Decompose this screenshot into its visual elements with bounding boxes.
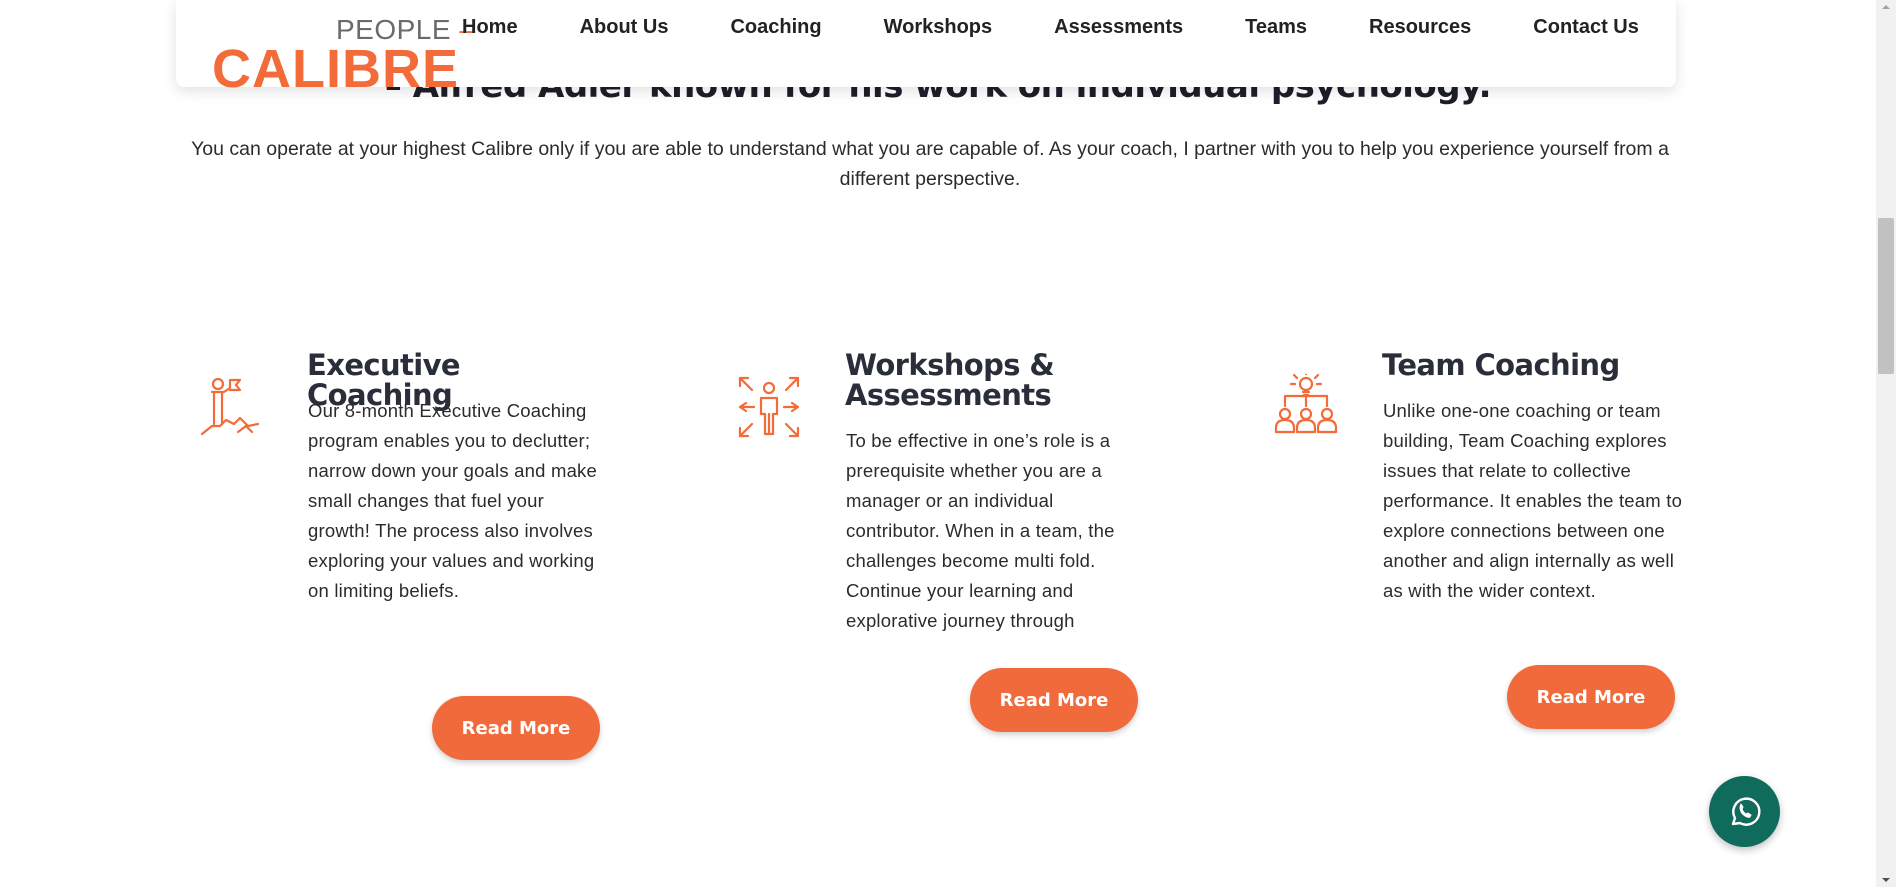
nav-assessments[interactable]: Assessments [1054, 14, 1183, 40]
card-description: Unlike one-one coaching or team building… [1383, 400, 1683, 601]
card-title: Workshops & Assessments [845, 348, 1055, 412]
read-more-button[interactable]: Read More [432, 696, 600, 760]
read-more-button[interactable]: Read More [1507, 665, 1675, 729]
scroll-down-arrow-icon[interactable] [1876, 873, 1896, 887]
logo-wordmark: CALIBRE [212, 39, 459, 99]
nav-contact-us[interactable]: Contact Us [1533, 14, 1639, 40]
scrollbar-thumb[interactable] [1878, 218, 1894, 374]
card-description: Our 8-month Executive Coaching program e… [308, 400, 597, 601]
site-header: PEOPLE – CALIBRE Home About Us Coaching … [176, 0, 1676, 99]
nav-workshops[interactable]: Workshops [884, 14, 993, 40]
whatsapp-chat-button[interactable] [1709, 776, 1780, 847]
whatsapp-icon [1731, 796, 1761, 826]
person-arrows-icon [736, 374, 802, 440]
nav-teams[interactable]: Teams [1245, 14, 1307, 40]
read-more-button[interactable]: Read More [970, 668, 1138, 732]
nav-coaching[interactable]: Coaching [730, 14, 821, 40]
team-idea-icon [1273, 372, 1339, 440]
intro-paragraph: You can operate at your highest Calibre … [191, 138, 1669, 190]
main-nav: Home About Us Coaching Workshops Assessm… [462, 14, 1639, 40]
scroll-up-arrow-icon[interactable] [1876, 0, 1896, 14]
card-description: To be effective in one’s role is a prere… [846, 430, 1115, 631]
nav-resources[interactable]: Resources [1369, 14, 1471, 40]
card-title: Team Coaching [1382, 348, 1620, 382]
person-with-flag-icon [198, 374, 264, 440]
nav-about-us[interactable]: About Us [580, 14, 669, 40]
nav-home[interactable]: Home [462, 14, 518, 40]
vertical-scrollbar[interactable] [1876, 0, 1896, 887]
logo[interactable]: PEOPLE – CALIBRE [212, 8, 475, 99]
